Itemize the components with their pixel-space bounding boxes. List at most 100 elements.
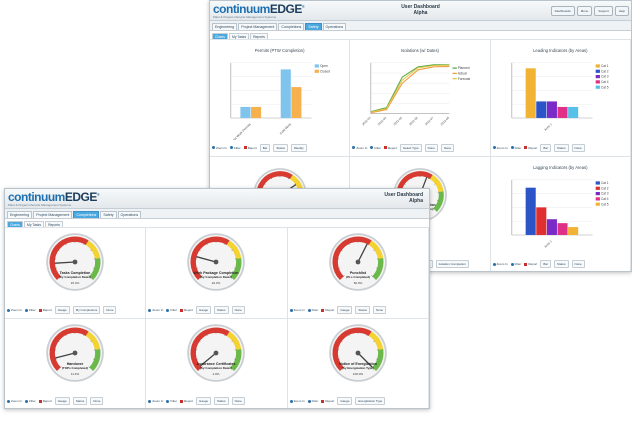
- header-button-dashboards[interactable]: Dashboards: [550, 6, 575, 16]
- zoom-in-button[interactable]: Zoom In: [212, 146, 227, 150]
- tab-safety[interactable]: Safety: [305, 23, 322, 30]
- zoom-in-button[interactable]: Zoom In: [7, 399, 22, 403]
- bar[interactable]: [567, 226, 578, 235]
- chart-option-select[interactable]: Status: [72, 397, 88, 405]
- filter-button[interactable]: Filter: [230, 146, 241, 150]
- chart-option-select[interactable]: Status: [554, 143, 569, 152]
- header-button-support[interactable]: Support: [594, 6, 613, 16]
- tab-charts[interactable]: Charts: [7, 221, 23, 227]
- bar[interactable]: [525, 187, 536, 235]
- legend-label: Planned: [458, 66, 470, 70]
- report-button[interactable]: Report: [384, 146, 397, 150]
- bar[interactable]: [291, 87, 302, 118]
- chart-option-select[interactable]: None: [90, 397, 104, 405]
- report-button[interactable]: Report: [243, 146, 257, 150]
- zoom-in-button[interactable]: Zoom In: [289, 308, 305, 312]
- chart-option-select[interactable]: Bar: [259, 143, 271, 152]
- tab-operations[interactable]: Operations: [117, 211, 142, 218]
- bar[interactable]: [557, 106, 568, 118]
- report-button[interactable]: Report: [321, 399, 334, 403]
- tab-reports[interactable]: Reports: [45, 221, 63, 227]
- filter-button[interactable]: Filter: [166, 399, 177, 403]
- zoom-in-button[interactable]: Zoom In: [148, 308, 163, 312]
- tab-operations[interactable]: Operations: [322, 23, 347, 30]
- chart-option-select[interactable]: Bar: [540, 260, 552, 268]
- chart-option-select[interactable]: None: [571, 260, 585, 268]
- header-button-menu[interactable]: Menu: [576, 6, 593, 16]
- bar[interactable]: [535, 101, 546, 118]
- bar[interactable]: [240, 106, 251, 118]
- chart-option-select[interactable]: None: [103, 306, 117, 314]
- report-button[interactable]: Report: [38, 308, 52, 312]
- chart-option-select[interactable]: None: [424, 143, 438, 152]
- chart-option-select[interactable]: Gauge: [196, 306, 212, 314]
- report-button[interactable]: Report: [180, 399, 193, 403]
- bar[interactable]: [567, 106, 578, 118]
- app-logo[interactable]: continuumEDGE® Plant & Project Lifecycle…: [8, 190, 100, 207]
- filter-button[interactable]: Filter: [25, 308, 36, 312]
- chart-option-select[interactable]: None: [440, 143, 454, 152]
- bar[interactable]: [535, 206, 546, 235]
- chart-option-select[interactable]: Weekly: [290, 143, 307, 152]
- chart-option-select[interactable]: Energization Type: [355, 397, 386, 405]
- report-button[interactable]: Report: [524, 146, 537, 150]
- tab-completions[interactable]: Completions: [73, 211, 100, 218]
- tab-completions[interactable]: Completions: [278, 23, 305, 30]
- report-button[interactable]: Report: [524, 262, 537, 266]
- tab-project-management[interactable]: Project Management: [33, 211, 73, 218]
- zoom-in-button[interactable]: Zoom In: [148, 399, 163, 403]
- gauge-hub: [355, 259, 361, 265]
- filter-button[interactable]: Filter: [510, 146, 521, 150]
- chart-option-select[interactable]: Gauge: [337, 306, 353, 314]
- bar[interactable]: [251, 106, 262, 118]
- legend-swatch: [595, 64, 600, 68]
- bar[interactable]: [525, 68, 536, 118]
- chart-option-select[interactable]: Status: [273, 143, 288, 152]
- header-button-help[interactable]: Help: [614, 6, 629, 16]
- filter-button[interactable]: Filter: [307, 399, 318, 403]
- chart-option-select[interactable]: Status: [355, 306, 370, 314]
- filter-button[interactable]: Filter: [25, 399, 36, 403]
- tab-reports[interactable]: Reports: [250, 33, 268, 39]
- tab-my-tasks[interactable]: My Tasks: [229, 33, 250, 39]
- chart-option-select[interactable]: Gauge: [54, 397, 70, 405]
- filter-button[interactable]: Filter: [370, 146, 381, 150]
- zoom-in-button[interactable]: Zoom In: [492, 146, 508, 150]
- zoom-in-button[interactable]: Zoom In: [352, 146, 367, 150]
- tab-engineering[interactable]: Engineering: [7, 211, 33, 218]
- chart-option-select[interactable]: None: [372, 306, 387, 314]
- tab-my-tasks[interactable]: My Tasks: [24, 221, 45, 227]
- zoom-in-button[interactable]: Zoom In: [289, 399, 305, 403]
- chart-option-select[interactable]: None: [571, 143, 585, 152]
- zoom-in-button[interactable]: Zoom In: [7, 308, 22, 312]
- chart-option-select[interactable]: Status: [214, 397, 229, 405]
- report-button[interactable]: Report: [38, 399, 52, 403]
- chart-option-select[interactable]: Isolation Completion: [435, 260, 469, 268]
- tab-project-management[interactable]: Project Management: [238, 23, 278, 30]
- chart-option-select[interactable]: Status: [214, 306, 229, 314]
- tab-charts[interactable]: Charts: [212, 33, 228, 39]
- filter-button[interactable]: Filter: [510, 262, 521, 266]
- chart-option-select[interactable]: Bar: [540, 143, 552, 152]
- chart-option-select[interactable]: Select Type: [400, 143, 422, 152]
- chart-option-select[interactable]: Status: [554, 260, 569, 268]
- chart-option-select[interactable]: None: [231, 397, 245, 405]
- tab-engineering[interactable]: Engineering: [212, 23, 238, 30]
- filter-button[interactable]: Filter: [166, 308, 177, 312]
- bar[interactable]: [546, 101, 557, 118]
- report-button[interactable]: Report: [321, 308, 334, 312]
- bar[interactable]: [546, 218, 557, 235]
- series-line[interactable]: [371, 64, 450, 113]
- chart-option-select[interactable]: My Completions: [72, 306, 101, 314]
- bar[interactable]: [557, 222, 568, 235]
- gauge-sublabel: (by Completion Dates): [201, 275, 233, 279]
- zoom-in-button[interactable]: Zoom In: [492, 262, 508, 266]
- filter-button[interactable]: Filter: [307, 308, 318, 312]
- chart-option-select[interactable]: Gauge: [196, 397, 212, 405]
- chart-option-select[interactable]: None: [231, 306, 245, 314]
- tab-safety[interactable]: Safety: [100, 211, 117, 218]
- bar[interactable]: [280, 69, 291, 118]
- report-button[interactable]: Report: [180, 308, 193, 312]
- chart-option-select[interactable]: Gauge: [54, 306, 70, 314]
- chart-option-select[interactable]: Gauge: [337, 397, 353, 405]
